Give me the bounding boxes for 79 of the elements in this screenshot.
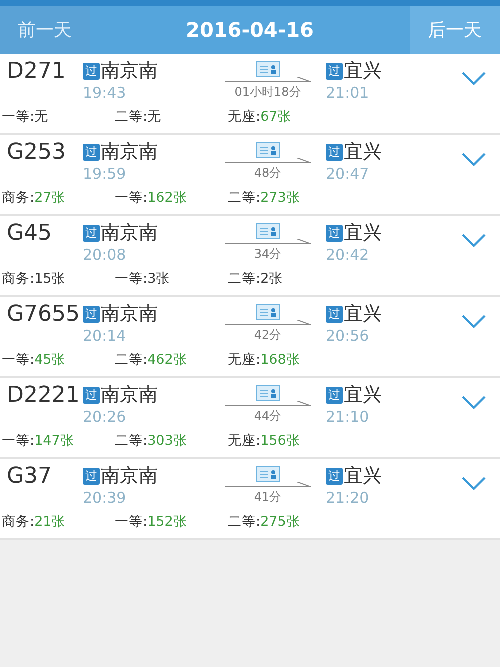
- chevron-down-icon[interactable]: [462, 477, 486, 491]
- seat-availability: 二等:462张: [115, 351, 188, 369]
- duration: 42分: [254, 328, 282, 342]
- chevron-down-icon[interactable]: [462, 315, 486, 329]
- ticket-icon: [256, 61, 280, 77]
- ticket-icon: [256, 466, 280, 482]
- station-name: 南京南: [101, 464, 158, 489]
- pass-badge: 过: [326, 386, 343, 404]
- duration: 48分: [254, 166, 282, 180]
- duration: 01小时18分: [234, 85, 302, 99]
- seat-availability: 无座:67张: [228, 108, 293, 126]
- train-number: D2221: [6, 382, 81, 410]
- seat-availability: 一等:3张: [115, 270, 172, 288]
- seat-availability: 二等:303张: [115, 432, 188, 450]
- station-name: 宜兴: [344, 464, 382, 489]
- arrival-time: 20:47: [326, 165, 370, 183]
- chevron-down-icon[interactable]: [462, 396, 486, 410]
- departure-time: 20:14: [83, 327, 128, 345]
- pass-badge: 过: [326, 144, 343, 160]
- seat-availability: 一等:无: [2, 108, 50, 126]
- duration: 34分: [254, 247, 282, 261]
- pass-badge: 过: [83, 468, 100, 484]
- ticket-icon: [256, 304, 280, 320]
- chevron-down-icon[interactable]: [462, 72, 486, 86]
- seat-availability: 二等:无: [115, 108, 163, 126]
- seat-availability: 二等:275张: [228, 513, 302, 531]
- seat-availability: 无座:156张: [228, 432, 302, 450]
- seat-availability: 一等:162张: [115, 189, 188, 207]
- arrival-time: 21:10: [326, 408, 370, 426]
- departure-time: 19:43: [83, 84, 128, 102]
- arrival-time: 20:56: [326, 327, 370, 345]
- ticket-icon: [256, 223, 280, 239]
- arrival-time: 21:01: [326, 84, 370, 102]
- train-number: G7655: [6, 301, 82, 329]
- ticket-icon: [256, 142, 280, 158]
- pass-badge: 过: [326, 468, 343, 484]
- pass-badge: 过: [326, 306, 343, 322]
- pass-badge: 过: [83, 62, 100, 80]
- arrival-time: 21:20: [326, 489, 370, 507]
- departure-time: 20:39: [83, 489, 128, 507]
- seat-availability: 一等:147张: [2, 432, 76, 450]
- station-name: 南京南: [101, 302, 158, 327]
- station-name: 南京南: [101, 140, 158, 165]
- duration: 44分: [254, 409, 282, 423]
- pass-badge: 过: [326, 62, 343, 80]
- chevron-down-icon[interactable]: [462, 234, 486, 248]
- pass-badge: 过: [326, 224, 343, 242]
- station-name: 宜兴: [344, 302, 382, 327]
- station-name: 南京南: [101, 59, 158, 84]
- train-number: G37: [6, 463, 54, 491]
- seat-availability: 一等:45张: [2, 351, 67, 369]
- pass-badge: 过: [83, 224, 100, 242]
- pass-badge: 过: [83, 386, 100, 404]
- departure-time: 20:26: [83, 408, 128, 426]
- station-name: 宜兴: [344, 383, 382, 408]
- pass-badge: 过: [83, 144, 100, 160]
- seat-availability: 商务:15张: [2, 270, 67, 288]
- pass-badge: 过: [83, 306, 100, 322]
- seat-availability: 一等:152张: [115, 513, 188, 531]
- train-number: G45: [6, 220, 54, 248]
- seat-availability: 二等:273张: [228, 189, 302, 207]
- departure-time: 19:59: [83, 165, 128, 183]
- arrival-time: 20:42: [326, 246, 370, 264]
- seat-availability: 商务:21张: [2, 513, 67, 531]
- seat-availability: 商务:27张: [2, 189, 67, 207]
- station-name: 宜兴: [344, 221, 382, 246]
- date-title: 2016-04-16: [185, 17, 315, 44]
- train-number: G253: [6, 139, 68, 167]
- station-name: 宜兴: [344, 140, 382, 165]
- chevron-down-icon[interactable]: [462, 153, 486, 167]
- duration: 41分: [254, 490, 282, 504]
- train-number: D271: [6, 58, 67, 86]
- station-name: 南京南: [101, 221, 158, 246]
- station-name: 南京南: [101, 383, 158, 408]
- departure-time: 20:08: [83, 246, 128, 264]
- station-name: 宜兴: [344, 59, 382, 84]
- seat-availability: 二等:2张: [228, 270, 284, 288]
- ticket-icon: [256, 385, 280, 401]
- seat-availability: 无座:168张: [228, 351, 302, 369]
